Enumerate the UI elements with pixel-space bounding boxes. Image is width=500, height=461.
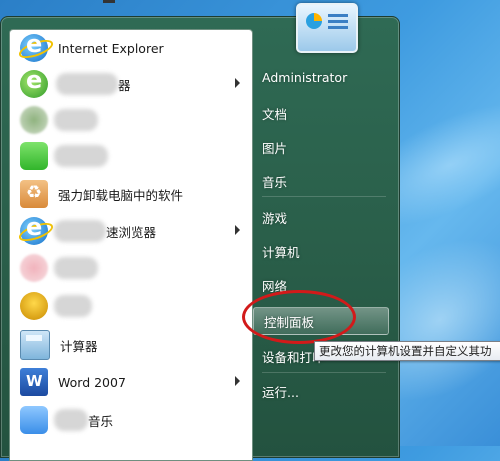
word-icon (20, 368, 48, 396)
top-edge-fragment (103, 0, 115, 3)
uninstaller-icon (20, 180, 48, 208)
blurred-text (54, 220, 106, 242)
right-item-computer[interactable]: 计算机 (262, 242, 300, 261)
right-item-pictures[interactable]: 图片 (262, 138, 287, 157)
blurred-text (54, 409, 88, 431)
right-item-documents[interactable]: 文档 (262, 104, 287, 123)
program-blurred-3[interactable] (10, 250, 250, 286)
internet-explorer-icon (20, 30, 48, 62)
program-label: 音乐 (88, 413, 114, 429)
program-calculator[interactable]: 计算器 (10, 327, 250, 363)
program-ie-browser[interactable]: 速浏览器 (10, 213, 250, 249)
browser-icon (20, 66, 48, 98)
app-icon (20, 254, 48, 282)
blurred-text (54, 257, 98, 279)
program-browser[interactable]: 器 (10, 66, 250, 102)
app-icon (20, 106, 48, 134)
program-label: Word 2007 (58, 374, 126, 390)
music-app-icon (20, 406, 48, 434)
program-label: 计算器 (60, 338, 98, 354)
program-blurred-2[interactable] (10, 138, 250, 174)
gold-figure-icon (20, 292, 48, 320)
submenu-arrow-icon[interactable] (235, 376, 240, 386)
app-icon (20, 142, 48, 170)
program-label: 速浏览器 (106, 224, 157, 240)
user-name-link[interactable]: Administrator (262, 70, 347, 85)
program-blurred-1[interactable] (10, 102, 250, 138)
blurred-text (54, 145, 108, 167)
program-music[interactable]: 音乐 (10, 402, 250, 438)
program-label: Internet Explorer (58, 40, 164, 56)
list-lines-icon (328, 14, 348, 17)
ie-browser-icon (20, 213, 48, 245)
blurred-text (56, 73, 118, 95)
calculator-icon (20, 330, 50, 360)
right-item-run[interactable]: 运行... (262, 382, 299, 401)
control-panel-tooltip: 更改您的计算机设置并自定义其功 (314, 341, 500, 361)
right-item-games[interactable]: 游戏 (262, 208, 287, 227)
program-blurred-4[interactable] (10, 288, 250, 324)
submenu-arrow-icon[interactable] (235, 225, 240, 235)
program-label: 强力卸载电脑中的软件 (58, 187, 184, 203)
user-picture[interactable] (296, 3, 358, 53)
red-annotation-circle (242, 290, 356, 344)
menu-divider (262, 372, 386, 373)
blurred-text (54, 109, 98, 131)
programs-pane: Internet Explorer 器 强力卸载电脑中的软件 速浏览器 (9, 29, 253, 461)
program-internet-explorer[interactable]: Internet Explorer (10, 30, 250, 66)
right-item-music[interactable]: 音乐 (262, 172, 287, 191)
chart-pie-icon (306, 13, 322, 29)
program-word-2007[interactable]: Word 2007 (10, 364, 250, 400)
menu-divider (262, 196, 386, 197)
program-label: 器 (118, 77, 131, 93)
blurred-text (54, 295, 92, 317)
submenu-arrow-icon[interactable] (235, 78, 240, 88)
program-uninstaller[interactable]: 强力卸载电脑中的软件 (10, 176, 250, 212)
